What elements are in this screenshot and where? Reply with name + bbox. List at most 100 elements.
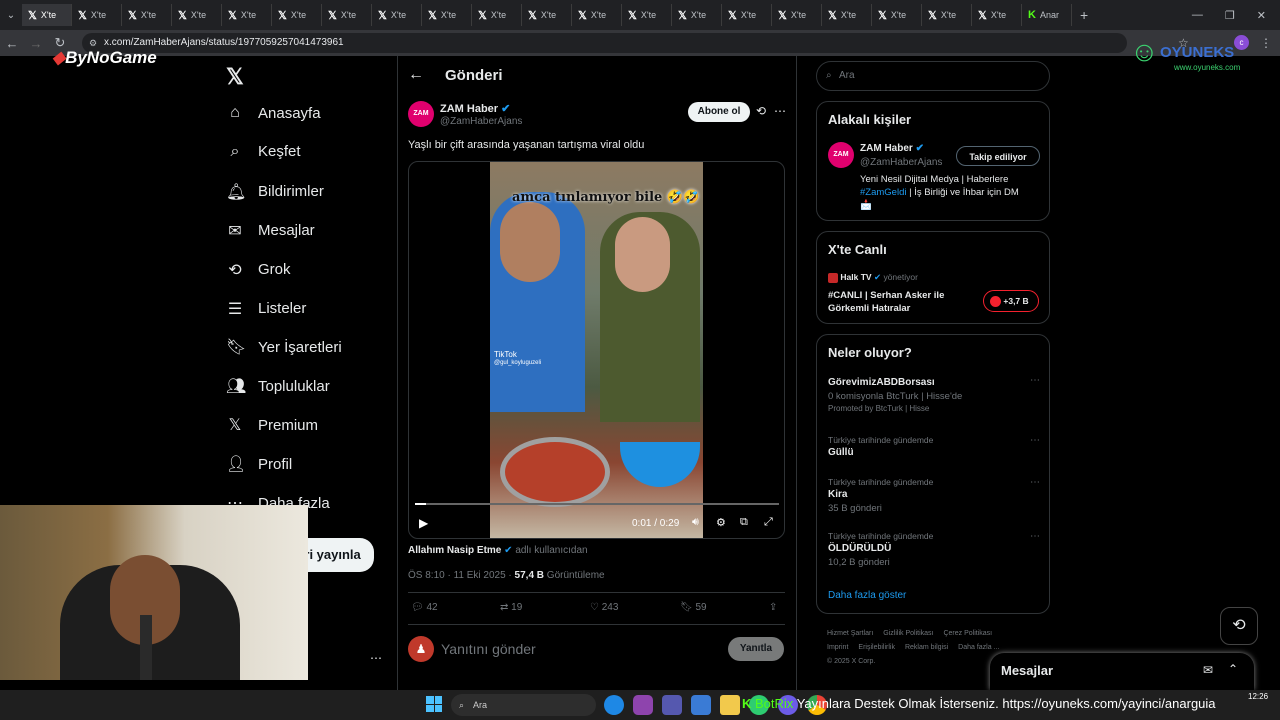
browser-tab[interactable]: 𝕏 X'te: [122, 4, 172, 26]
profile-avatar[interactable]: c: [1234, 35, 1249, 50]
nav-item-3[interactable]: ✉ Mesajlar: [226, 221, 314, 241]
browser-tab[interactable]: 𝕏 X'te: [422, 4, 472, 26]
browser-tab[interactable]: 𝕏 X'te: [972, 4, 1022, 26]
progress-bar[interactable]: [415, 503, 779, 505]
nav-item-8[interactable]: 𝕏 Premium: [226, 415, 318, 435]
reply-input[interactable]: Yanıtını gönder: [441, 641, 536, 657]
nav-item-7[interactable]: 👥︎ Topluluklar: [226, 376, 330, 396]
new-tab-button[interactable]: +: [1080, 7, 1088, 23]
teams-icon[interactable]: [662, 695, 682, 715]
author-avatar[interactable]: ZAM: [408, 101, 434, 127]
clock[interactable]: 12:26: [1248, 692, 1268, 701]
bio-hashtag[interactable]: #ZamGeldi: [860, 187, 906, 198]
trend-more-icon[interactable]: ⋯: [1030, 375, 1040, 386]
browser-tab[interactable]: 𝕏 X'te: [322, 4, 372, 26]
author-name[interactable]: ZAM Haber ✔: [440, 102, 510, 115]
browser-tab[interactable]: 𝕏 X'te: [272, 4, 322, 26]
browser-tab[interactable]: 𝕏 X'te: [372, 4, 422, 26]
nav-item-6[interactable]: 🔖︎ Yer İşaretleri: [226, 337, 342, 357]
post-date[interactable]: ÖS 8:10 · 11 Eki 2025 ·: [408, 570, 512, 581]
following-button[interactable]: Takip ediliyor: [956, 146, 1040, 166]
minimize-button[interactable]: —: [1192, 9, 1203, 22]
edge-icon[interactable]: [604, 695, 624, 715]
bookmark-action[interactable]: 🔖︎ 59: [680, 602, 707, 613]
browser-tab[interactable]: 𝕏 X'te: [72, 4, 122, 26]
live-host[interactable]: Halk TV ✔ yönetiyor: [828, 272, 918, 283]
windows-start-icon[interactable]: [426, 696, 442, 712]
browser-tab[interactable]: 𝕏 X'te: [472, 4, 522, 26]
trend-item[interactable]: Türkiye tarihinde gündemde Güllü ⋯: [828, 435, 1043, 458]
reply-action[interactable]: 💬︎ 42: [411, 602, 438, 613]
grok-floating-button[interactable]: ⟲: [1220, 607, 1258, 645]
reply-avatar[interactable]: ♟: [408, 636, 434, 662]
author-handle[interactable]: @ZamHaberAjans: [440, 116, 522, 127]
reply-button[interactable]: Yanıtla: [728, 637, 784, 661]
live-listeners[interactable]: +3,7 B: [983, 290, 1039, 312]
browser-tab[interactable]: 𝕏 X'te: [172, 4, 222, 26]
fullscreen-icon[interactable]: ⤢: [764, 516, 773, 529]
footer-link[interactable]: Hizmet Şartları: [827, 630, 873, 637]
browser-tab[interactable]: K Anar: [1022, 4, 1072, 26]
browser-tab[interactable]: 𝕏 X'te: [572, 4, 622, 26]
nav-item-9[interactable]: 👤︎ Profil: [226, 454, 292, 474]
maximize-button[interactable]: ❐: [1225, 9, 1235, 22]
nav-item-5[interactable]: ☰ Listeler: [226, 299, 307, 319]
grok-icon[interactable]: ⟲: [756, 104, 766, 118]
trend-item[interactable]: Türkiye tarihinde gündemde ÖLDÜRÜLDÜ 10,2 …: [828, 531, 1043, 568]
address-bar[interactable]: ⚙ x.com/ZamHaberAjans/status/19770592570…: [82, 33, 1127, 53]
related-avatar[interactable]: ZAM: [828, 142, 854, 168]
compose-message-icon[interactable]: ✉: [1203, 663, 1213, 677]
more-nav-dots[interactable]: ⋯: [370, 651, 382, 665]
attribution-name[interactable]: Allahım Nasip Etme: [408, 545, 501, 556]
back-arrow-icon[interactable]: ←: [408, 66, 424, 84]
browser-tab[interactable]: 𝕏 X'te: [22, 4, 72, 26]
footer-link[interactable]: Erişilebilirlik: [858, 644, 895, 651]
browser-tab[interactable]: 𝕏 X'te: [722, 4, 772, 26]
subscribe-button[interactable]: Abone ol: [688, 102, 750, 122]
footer-link[interactable]: Imprint: [827, 644, 848, 651]
browser-tab[interactable]: 𝕏 X'te: [522, 4, 572, 26]
footer-link[interactable]: Gizlilik Politikası: [883, 630, 933, 637]
play-icon[interactable]: ▶: [419, 516, 428, 530]
close-window-button[interactable]: ✕: [1257, 9, 1266, 22]
browser-tab[interactable]: 𝕏 X'te: [772, 4, 822, 26]
messages-drawer[interactable]: Mesajlar ✉ ⌃: [990, 653, 1254, 690]
browser-tab[interactable]: 𝕏 X'te: [822, 4, 872, 26]
share-icon[interactable]: ⇪: [769, 602, 777, 613]
live-topic[interactable]: #CANLI | Serhan Asker ile Görkemli Hatır…: [828, 289, 968, 315]
volume-icon[interactable]: 🔊︎: [692, 516, 699, 529]
video-player[interactable]: amca tınlamıyor bile 🤣🤣 TikTok @gul_koyl…: [408, 161, 785, 539]
explorer-icon[interactable]: [720, 695, 740, 715]
nav-item-2[interactable]: 🔔︎ Bildirimler: [226, 182, 324, 202]
browser-tab[interactable]: 𝕏 X'te: [922, 4, 972, 26]
footer-link[interactable]: Daha fazla ...: [958, 644, 999, 651]
nav-item-0[interactable]: ⌂ Anasayfa: [226, 104, 320, 122]
trend-more-icon[interactable]: ⋯: [1030, 531, 1040, 542]
nav-item-4[interactable]: ⟲ Grok: [226, 260, 290, 280]
copilot-icon[interactable]: [633, 695, 653, 715]
nav-item-1[interactable]: ⌕ Keşfet: [226, 143, 301, 161]
trend-item[interactable]: Türkiye tarihinde gündemde Kira 35 B gönde…: [828, 477, 1043, 514]
back-button[interactable]: ←: [0, 36, 24, 51]
trend-more-icon[interactable]: ⋯: [1030, 477, 1040, 488]
footer-link[interactable]: Çerez Politikası: [943, 630, 992, 637]
browser-tab[interactable]: 𝕏 X'te: [872, 4, 922, 26]
related-handle[interactable]: @ZamHaberAjans: [860, 157, 942, 168]
related-name[interactable]: ZAM Haber ✔: [860, 143, 924, 154]
x-logo[interactable]: 𝕏: [226, 64, 244, 90]
expand-icon[interactable]: ⌃: [1228, 662, 1238, 676]
store-icon[interactable]: [691, 695, 711, 715]
browser-tab[interactable]: 𝕏 X'te: [622, 4, 672, 26]
show-more-link[interactable]: Daha fazla göster: [828, 590, 906, 601]
repost-action[interactable]: ⇄ 19: [500, 602, 522, 613]
footer-link[interactable]: Reklam bilgisi: [905, 644, 948, 651]
menu-icon[interactable]: ⋮: [1260, 36, 1272, 50]
trend-more-icon[interactable]: ⋯: [1030, 435, 1040, 446]
taskbar-search[interactable]: ⌕ Ara: [451, 694, 596, 716]
like-action[interactable]: ♡ 243: [590, 602, 618, 613]
search-input[interactable]: ⌕ Ara: [816, 61, 1050, 91]
tab-list-button[interactable]: ⌄: [0, 10, 22, 21]
forward-button[interactable]: →: [24, 36, 48, 51]
browser-tab[interactable]: 𝕏 X'te: [672, 4, 722, 26]
browser-tab[interactable]: 𝕏 X'te: [222, 4, 272, 26]
